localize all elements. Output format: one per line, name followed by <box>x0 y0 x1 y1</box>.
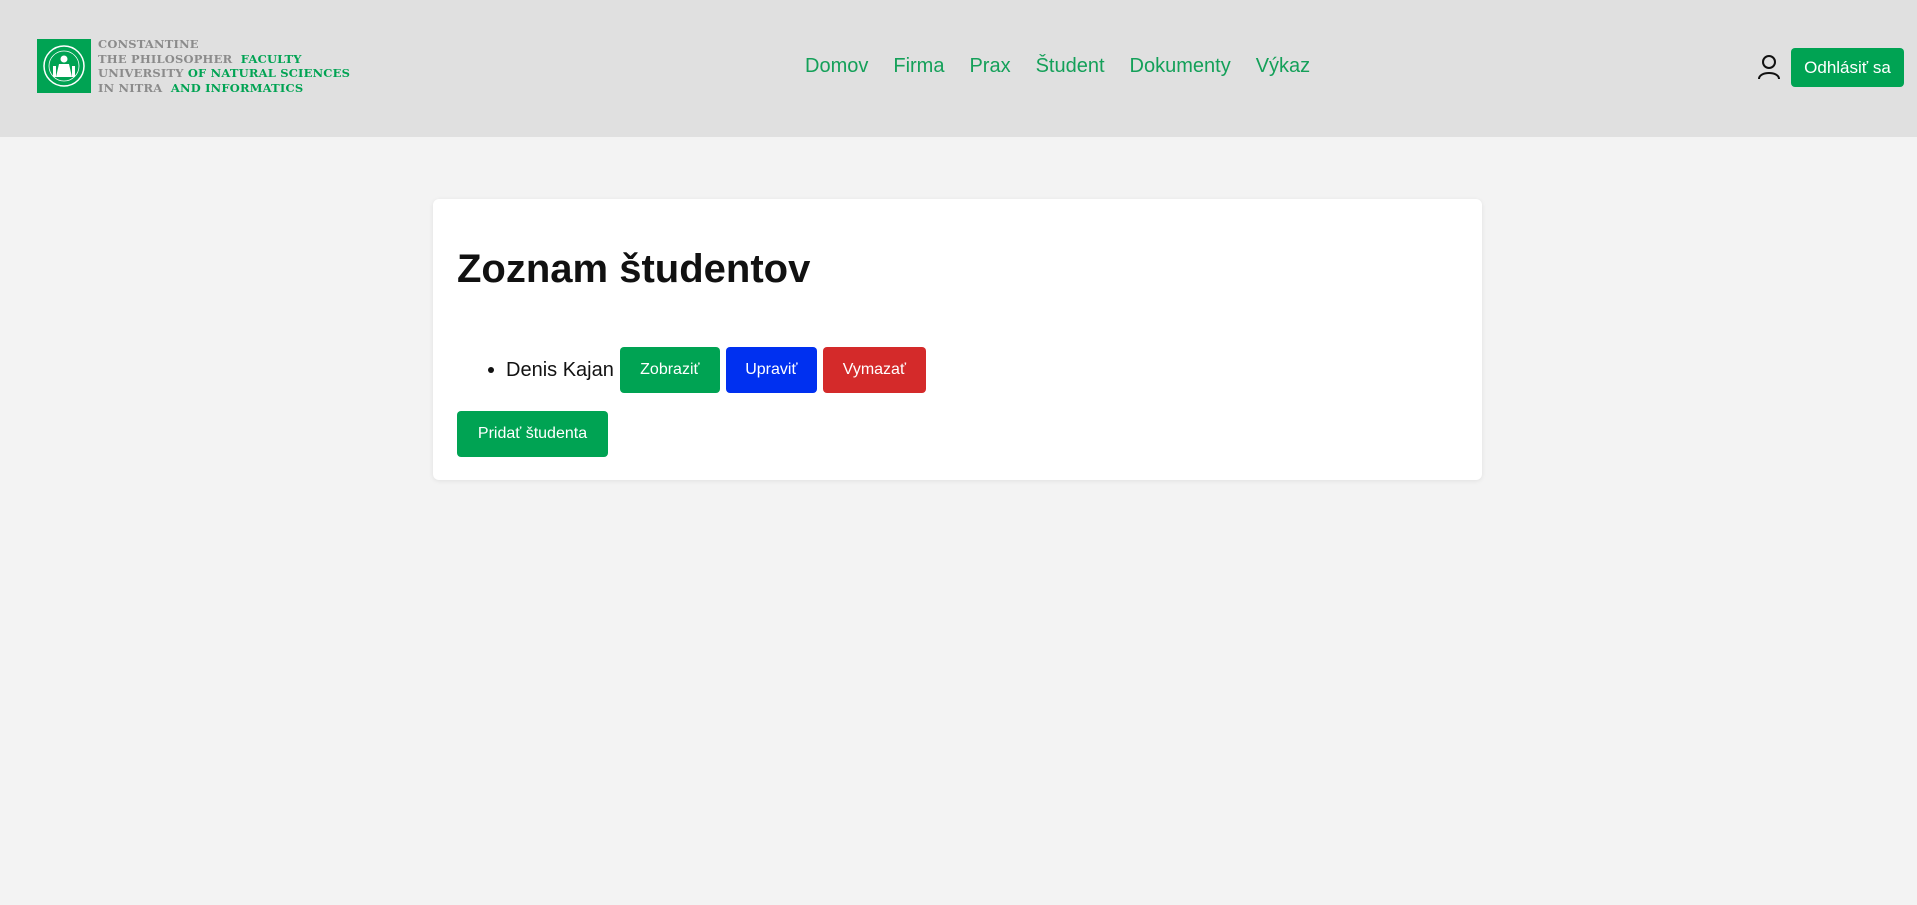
delete-student-button[interactable]: Vymazať <box>822 347 926 393</box>
nav-link-firma[interactable]: Firma <box>893 55 944 78</box>
logo-line: UNIVERSITY <box>98 66 184 80</box>
show-student-button[interactable]: Zobraziť <box>619 347 720 393</box>
university-logo[interactable]: CONSTANTINE THE PHILOSOPHER FACULTY UNIV… <box>37 37 350 95</box>
list-item: Denis Kajan Zobraziť Upraviť Vymazať <box>457 347 932 393</box>
logo-faculty-line: FACULTY <box>240 51 302 66</box>
logo-faculty-line: OF NATURAL SCIENCES <box>187 66 351 80</box>
user-icon[interactable] <box>1757 54 1781 80</box>
student-list: Denis Kajan Zobraziť Upraviť Vymazať <box>457 347 932 393</box>
bullet-icon <box>488 367 494 373</box>
logo-text: CONSTANTINE THE PHILOSOPHER FACULTY UNIV… <box>98 37 350 95</box>
student-name: Denis Kajan <box>506 358 614 381</box>
edit-student-button[interactable]: Upraviť <box>725 347 817 393</box>
nav-link-dokumenty[interactable]: Dokumenty <box>1130 55 1231 78</box>
nav-link-vykaz[interactable]: Výkaz <box>1256 55 1310 78</box>
add-student-button[interactable]: Pridať študenta <box>457 411 608 457</box>
logo-line: CONSTANTINE <box>98 37 199 51</box>
logo-line: IN NITRA <box>98 80 163 95</box>
main-nav: Domov Firma Prax Študent Dokumenty Výkaz <box>805 55 1335 78</box>
nav-link-domov[interactable]: Domov <box>805 55 868 78</box>
logo-line: THE PHILOSOPHER <box>98 51 233 66</box>
nav-link-prax[interactable]: Prax <box>969 55 1010 78</box>
header: CONSTANTINE THE PHILOSOPHER FACULTY UNIV… <box>0 0 1917 137</box>
page-title: Zoznam študentov <box>457 247 811 291</box>
logout-button[interactable]: Odhlásiť sa <box>1791 48 1904 87</box>
university-seal-icon <box>37 39 91 93</box>
logo-faculty-line: AND INFORMATICS <box>170 80 304 95</box>
students-card: Zoznam študentov Denis Kajan Zobraziť Up… <box>433 199 1482 480</box>
nav-link-student[interactable]: Študent <box>1036 55 1105 78</box>
